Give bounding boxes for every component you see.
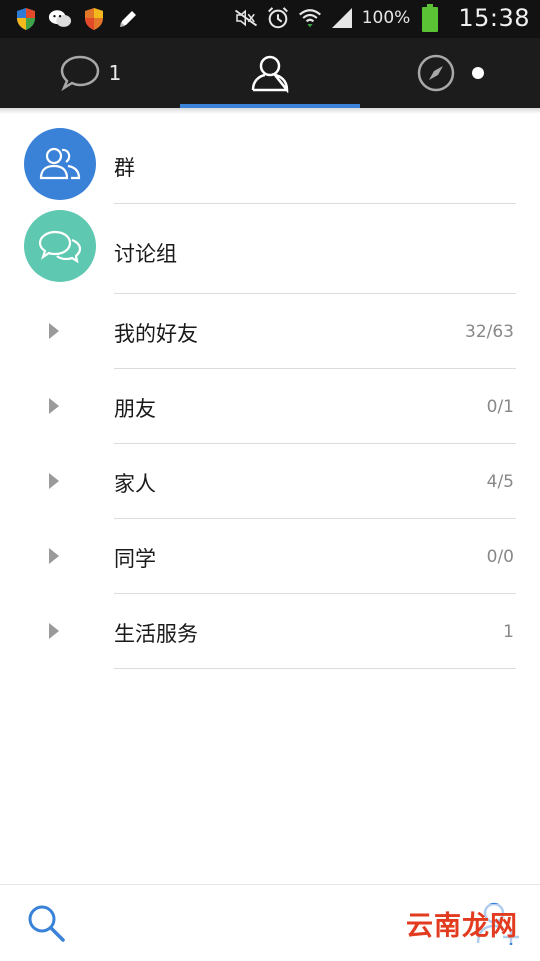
group-icon: [39, 147, 81, 180]
discussion-avatar: [24, 210, 96, 282]
friend-group-row[interactable]: 家人 4/5: [0, 444, 540, 518]
expand-arrow-icon: [49, 323, 59, 339]
tab-contacts[interactable]: [180, 38, 360, 108]
list-item-groups[interactable]: 群: [0, 114, 540, 204]
mute-icon: [234, 5, 258, 31]
clock-time: 15:38: [458, 4, 530, 32]
wifi-icon: [298, 5, 322, 31]
friend-group-name: 家人: [114, 472, 156, 496]
status-bar: 100% 15:38: [0, 0, 540, 38]
friend-group-count: 4/5: [486, 472, 514, 492]
row-title: 讨论组: [114, 242, 177, 266]
friend-group-count: 0/0: [486, 547, 514, 567]
search-button[interactable]: [26, 903, 66, 943]
friend-group-name: 朋友: [114, 397, 156, 421]
chat-bubble-icon: [60, 55, 99, 92]
status-notifications: [14, 6, 140, 32]
battery-icon: [418, 4, 442, 32]
friend-group-name: 生活服务: [114, 622, 198, 646]
top-nav-bar: 1: [0, 38, 540, 108]
friend-group-row[interactable]: 同学 0/0: [0, 519, 540, 593]
security-shield-icon: [82, 6, 106, 32]
battery-percent: 100%: [361, 8, 411, 28]
watermark-logo: 云南龙网: [402, 904, 522, 943]
alarm-icon: [266, 5, 290, 31]
edit-pen-icon: [116, 6, 140, 32]
friend-group-count: 32/63: [465, 322, 514, 342]
signal-icon: [330, 5, 354, 31]
expand-arrow-icon: [49, 398, 59, 414]
tab-messages[interactable]: 1: [0, 38, 180, 108]
discover-new-dot: [472, 67, 484, 79]
friend-group-count: 0/1: [486, 397, 514, 417]
expand-arrow-icon: [49, 623, 59, 639]
contact-person-icon: [251, 55, 289, 93]
group-avatar: [24, 128, 96, 200]
tab-discover[interactable]: [360, 38, 540, 108]
friend-group-name: 同学: [114, 547, 156, 571]
wechat-icon: [48, 6, 72, 32]
expand-arrow-icon: [49, 473, 59, 489]
friend-group-name: 我的好友: [114, 322, 198, 346]
search-icon: [28, 905, 65, 942]
friend-group-row[interactable]: 我的好友 32/63: [0, 294, 540, 368]
friend-group-row[interactable]: 朋友 0/1: [0, 369, 540, 443]
friend-group-row[interactable]: 生活服务 1: [0, 594, 540, 668]
row-title: 群: [114, 156, 135, 180]
compass-icon: [417, 54, 455, 92]
list-item-discussions[interactable]: 讨论组: [0, 204, 540, 294]
discussion-icon: [38, 230, 82, 264]
divider: [114, 668, 516, 669]
status-system: 100% 15:38: [234, 4, 530, 32]
friend-group-count: 1: [503, 622, 514, 642]
security-shield-icon: [14, 6, 38, 32]
expand-arrow-icon: [49, 548, 59, 564]
messages-badge: 1: [108, 61, 122, 85]
